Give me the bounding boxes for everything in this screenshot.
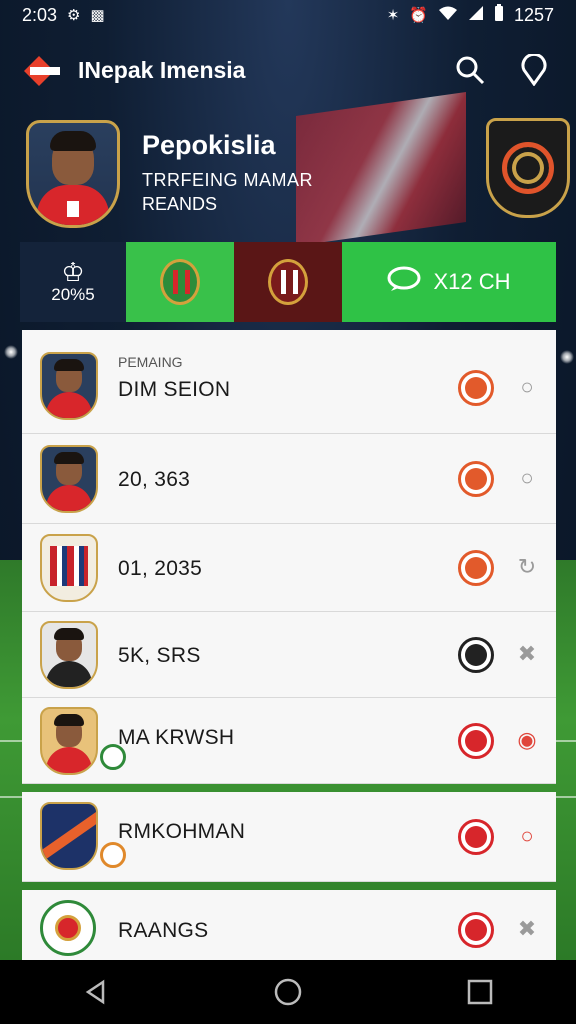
app-title: INepak Imensia	[78, 56, 246, 83]
badge-icon	[100, 842, 126, 868]
search-icon[interactable]	[450, 50, 490, 90]
avatar	[40, 445, 98, 513]
close-icon[interactable]: ✖	[514, 916, 540, 942]
club-badge-icon	[458, 723, 494, 759]
system-nav-bar	[0, 960, 576, 1024]
tab-chat[interactable]: X12 CH	[342, 242, 556, 322]
player-list: PEMAING DIM SEION ○ 20, 363 ○ 01, 2035 ↻…	[22, 330, 556, 972]
favorite-toggle-icon[interactable]: ○	[514, 374, 540, 400]
trophy-icon: ♔	[61, 257, 85, 287]
location-icon[interactable]	[514, 50, 554, 90]
avatar	[40, 352, 98, 420]
avatar[interactable]	[26, 120, 120, 228]
club-badge-icon	[458, 461, 494, 497]
favorite-toggle-icon[interactable]: ○	[514, 465, 540, 491]
club-badge-icon	[458, 550, 494, 586]
list-item-text: RMKOHMAN	[118, 820, 246, 843]
list-item-text: RAANGS	[118, 919, 209, 942]
profile-subtitle: TRRFEING MAMAR	[142, 170, 313, 190]
club-badge-icon	[458, 912, 494, 948]
tab-season[interactable]: ♔ 20%5	[20, 242, 126, 322]
settings-icon: ⚙	[67, 7, 81, 24]
status-clock: 1257	[513, 4, 554, 25]
status-time: 2:03	[22, 4, 58, 25]
tab-club-2[interactable]	[234, 242, 342, 322]
list-item[interactable]: PEMAING DIM SEION ○	[22, 330, 556, 434]
tab-club-1[interactable]	[126, 242, 234, 322]
stadium-light-icon	[4, 345, 18, 359]
favorite-toggle-icon[interactable]: ◉	[514, 727, 540, 753]
list-item-text: MA KRWSH	[118, 726, 235, 749]
wifi-icon	[438, 5, 458, 25]
favorite-toggle-icon[interactable]: ○	[514, 823, 540, 849]
tab-label: 20%5	[51, 285, 95, 304]
list-item-text: DIM SEION	[118, 378, 231, 401]
signal-icon	[468, 5, 484, 25]
flag-decoration	[296, 92, 466, 246]
list-item[interactable]: RMKOHMAN ○	[22, 792, 556, 882]
chat-icon	[387, 266, 421, 298]
recents-icon[interactable]	[450, 962, 510, 1022]
home-icon[interactable]	[258, 962, 318, 1022]
list-item[interactable]: 20, 363 ○	[22, 434, 556, 524]
tab-bar: ♔ 20%5 X12 CH	[20, 242, 556, 322]
club-crest-icon[interactable]	[486, 118, 570, 218]
club-crest-icon	[160, 259, 200, 305]
list-item-text: 01, 2035	[118, 557, 203, 580]
battery-icon	[494, 4, 504, 26]
logo-icon[interactable]	[22, 52, 62, 88]
profile-header: Pepokislia TRRFEING MAMAR REANDS	[24, 92, 576, 246]
app-bar: INepak Imensia	[0, 40, 576, 100]
club-crest-icon	[268, 259, 308, 305]
list-item-text: 20, 363	[118, 468, 191, 491]
club-badge-icon	[458, 819, 494, 855]
close-icon[interactable]: ✖	[514, 641, 540, 667]
list-item[interactable]: MA KRWSH ◉	[22, 698, 556, 784]
profile-name: Pepokislia	[142, 130, 276, 160]
list-header-label: PEMAING	[118, 354, 183, 370]
back-icon[interactable]	[66, 962, 126, 1022]
list-item-text: 5K, SRS	[118, 644, 201, 667]
status-bar: 2:03 ⚙ ▩ ✶ ⏰ 1257	[0, 0, 576, 30]
club-badge-icon	[458, 370, 494, 406]
refresh-icon[interactable]: ↻	[514, 554, 540, 580]
list-item[interactable]: 5K, SRS ✖	[22, 612, 556, 698]
club-crest-icon	[40, 534, 98, 602]
list-item[interactable]: 01, 2035 ↻	[22, 524, 556, 612]
notification-icon: ▩	[90, 7, 105, 24]
club-crest-icon	[40, 900, 96, 956]
avatar	[40, 707, 98, 775]
alarm-icon: ⏰	[409, 7, 428, 24]
stadium-light-icon	[560, 350, 574, 364]
profile-subtitle-2: REANDS	[142, 194, 218, 214]
tab-label: X12 CH	[433, 269, 511, 294]
avatar	[40, 621, 98, 689]
club-badge-icon	[458, 637, 494, 673]
club-crest-icon	[40, 802, 98, 870]
bluetooth-icon: ✶	[386, 7, 400, 24]
